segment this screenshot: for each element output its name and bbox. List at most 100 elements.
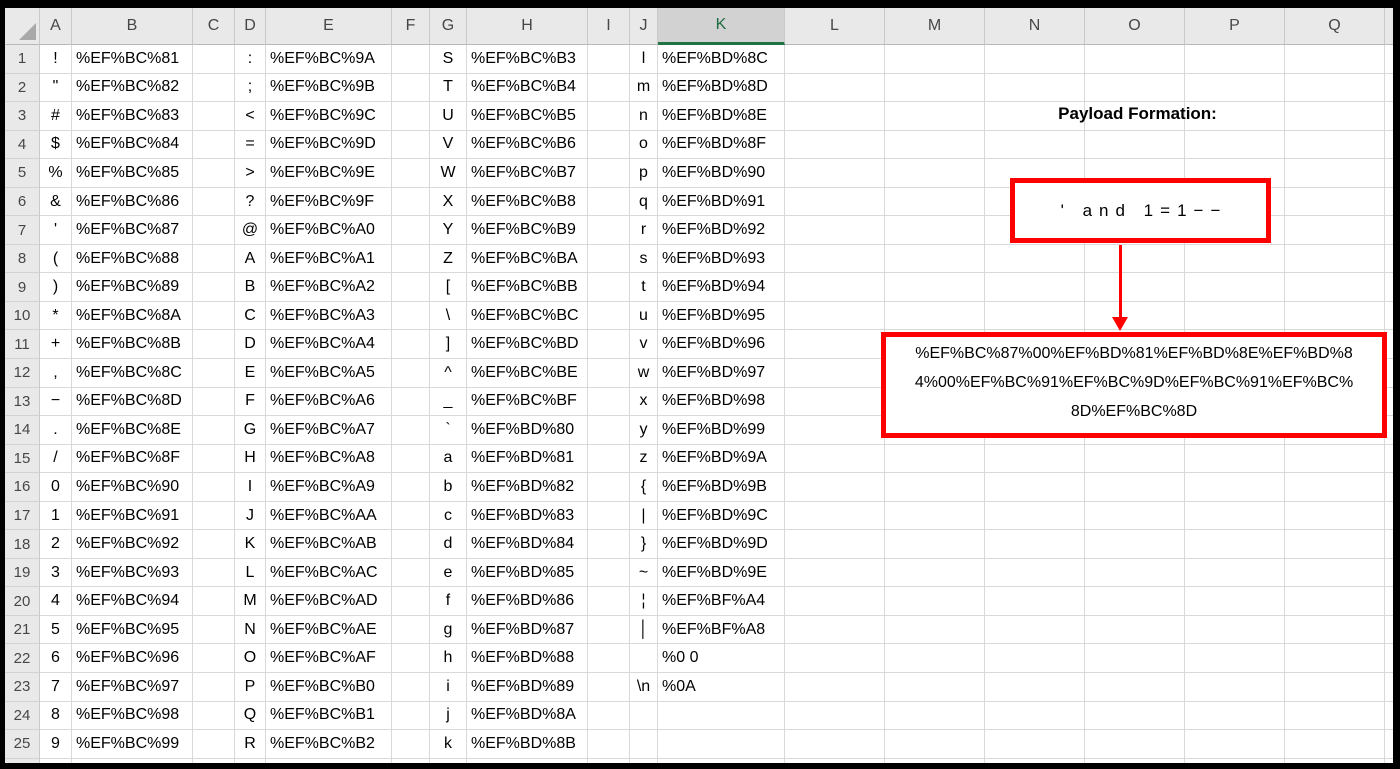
- cell-f[interactable]: [392, 758, 430, 763]
- cell-g10[interactable]: \: [430, 301, 467, 331]
- cell-n23[interactable]: [985, 673, 1085, 702]
- cell-m16[interactable]: [885, 473, 985, 502]
- cell-i2[interactable]: [588, 73, 630, 103]
- cell-o18[interactable]: [1085, 530, 1185, 559]
- cell-b25[interactable]: %EF%BC%99: [72, 730, 193, 759]
- cell-e10[interactable]: %EF%BC%A3: [266, 301, 392, 331]
- cell-r6[interactable]: [1385, 188, 1393, 217]
- cell-r4[interactable]: [1385, 131, 1393, 160]
- cell-r2[interactable]: [1385, 74, 1393, 103]
- cell-c15[interactable]: [193, 444, 235, 474]
- cell-i3[interactable]: [588, 102, 630, 131]
- cell-e6[interactable]: %EF%BC%9F: [266, 187, 392, 217]
- column-header-h[interactable]: H: [467, 8, 588, 45]
- cell-h21[interactable]: %EF%BD%87: [467, 615, 588, 645]
- cell-o24[interactable]: [1085, 701, 1185, 731]
- cell-e5[interactable]: %EF%BC%9E: [266, 159, 392, 188]
- cell-g[interactable]: [430, 758, 467, 763]
- cell-h7[interactable]: %EF%BC%B9: [467, 216, 588, 245]
- cell-c[interactable]: [193, 758, 235, 763]
- cell-n22[interactable]: [985, 644, 1085, 674]
- row-header-1[interactable]: 1: [5, 45, 40, 74]
- cell-o16[interactable]: [1085, 473, 1185, 502]
- cell-n8[interactable]: [985, 244, 1085, 274]
- cell-k23[interactable]: %0A: [658, 673, 785, 702]
- cell-j23[interactable]: \n: [630, 673, 658, 702]
- cell-q4[interactable]: [1285, 130, 1385, 160]
- cell-r25[interactable]: [1385, 730, 1393, 759]
- cell-g3[interactable]: U: [430, 102, 467, 131]
- cell-l3[interactable]: [785, 102, 885, 131]
- cell-j3[interactable]: n: [630, 102, 658, 131]
- row-header-16[interactable]: 16: [5, 473, 40, 502]
- cell-j13[interactable]: x: [630, 387, 658, 417]
- cell-c25[interactable]: [193, 730, 235, 759]
- cell-o21[interactable]: [1085, 615, 1185, 645]
- cell-r21[interactable]: [1385, 616, 1393, 645]
- cell-b18[interactable]: %EF%BC%92: [72, 530, 193, 559]
- cell-f10[interactable]: [392, 301, 430, 331]
- cell-r22[interactable]: [1385, 644, 1393, 674]
- column-header-i[interactable]: I: [588, 8, 630, 45]
- cell-e21[interactable]: %EF%BC%AE: [266, 615, 392, 645]
- cell-b21[interactable]: %EF%BC%95: [72, 615, 193, 645]
- cell-c11[interactable]: [193, 330, 235, 360]
- cell-i15[interactable]: [588, 444, 630, 474]
- cell-f22[interactable]: [392, 644, 430, 674]
- cell-r20[interactable]: [1385, 587, 1393, 616]
- cell-a17[interactable]: 1: [40, 501, 72, 531]
- cell-g8[interactable]: Z: [430, 244, 467, 274]
- row-header-6[interactable]: 6: [5, 187, 40, 217]
- cell-b5[interactable]: %EF%BC%85: [72, 159, 193, 188]
- cell-c4[interactable]: [193, 130, 235, 160]
- cell-g12[interactable]: ^: [430, 359, 467, 388]
- cell-e20[interactable]: %EF%BC%AD: [266, 587, 392, 616]
- cell-q2[interactable]: [1285, 73, 1385, 103]
- cell-f1[interactable]: [392, 45, 430, 74]
- row-header-11[interactable]: 11: [5, 330, 40, 360]
- cell-i[interactable]: [588, 758, 630, 763]
- cell-r17[interactable]: [1385, 502, 1393, 531]
- cell-m3[interactable]: [885, 102, 985, 131]
- cell-i11[interactable]: [588, 330, 630, 360]
- cell-g18[interactable]: d: [430, 530, 467, 559]
- cell-i12[interactable]: [588, 359, 630, 388]
- cell-e2[interactable]: %EF%BC%9B: [266, 73, 392, 103]
- cell-p24[interactable]: [1185, 701, 1285, 731]
- cell-a5[interactable]: %: [40, 159, 72, 188]
- cell-b10[interactable]: %EF%BC%8A: [72, 301, 193, 331]
- cell-n2[interactable]: [985, 73, 1085, 103]
- column-header-l[interactable]: L: [785, 8, 885, 45]
- column-header-j[interactable]: J: [630, 8, 658, 45]
- cell-l1[interactable]: [785, 45, 885, 74]
- cell-n21[interactable]: [985, 615, 1085, 645]
- row-header-25[interactable]: 25: [5, 730, 40, 759]
- cell-f12[interactable]: [392, 359, 430, 388]
- cell-b19[interactable]: %EF%BC%93: [72, 558, 193, 588]
- cell-k5[interactable]: %EF%BD%90: [658, 159, 785, 188]
- cell-q[interactable]: [1285, 758, 1385, 763]
- cell-q23[interactable]: [1285, 673, 1385, 702]
- cell-h8[interactable]: %EF%BC%BA: [467, 244, 588, 274]
- cell-q18[interactable]: [1285, 530, 1385, 559]
- cell-r15[interactable]: [1385, 445, 1393, 474]
- cell-k12[interactable]: %EF%BD%97: [658, 359, 785, 388]
- row-header-21[interactable]: 21: [5, 615, 40, 645]
- row-header-19[interactable]: 19: [5, 558, 40, 588]
- cell-m20[interactable]: [885, 587, 985, 616]
- cell-c3[interactable]: [193, 102, 235, 131]
- cell-h10[interactable]: %EF%BC%BC: [467, 301, 588, 331]
- cell-o22[interactable]: [1085, 644, 1185, 674]
- cell-p20[interactable]: [1185, 587, 1285, 616]
- row-header-2[interactable]: 2: [5, 73, 40, 103]
- cell-e24[interactable]: %EF%BC%B1: [266, 701, 392, 731]
- cell-b24[interactable]: %EF%BC%98: [72, 701, 193, 731]
- cell-m23[interactable]: [885, 673, 985, 702]
- cell-r9[interactable]: [1385, 273, 1393, 302]
- row-header-24[interactable]: 24: [5, 701, 40, 731]
- cell-o17[interactable]: [1085, 501, 1185, 531]
- cell-m4[interactable]: [885, 130, 985, 160]
- cell-m8[interactable]: [885, 244, 985, 274]
- cell-a8[interactable]: (: [40, 244, 72, 274]
- cell-e17[interactable]: %EF%BC%AA: [266, 501, 392, 531]
